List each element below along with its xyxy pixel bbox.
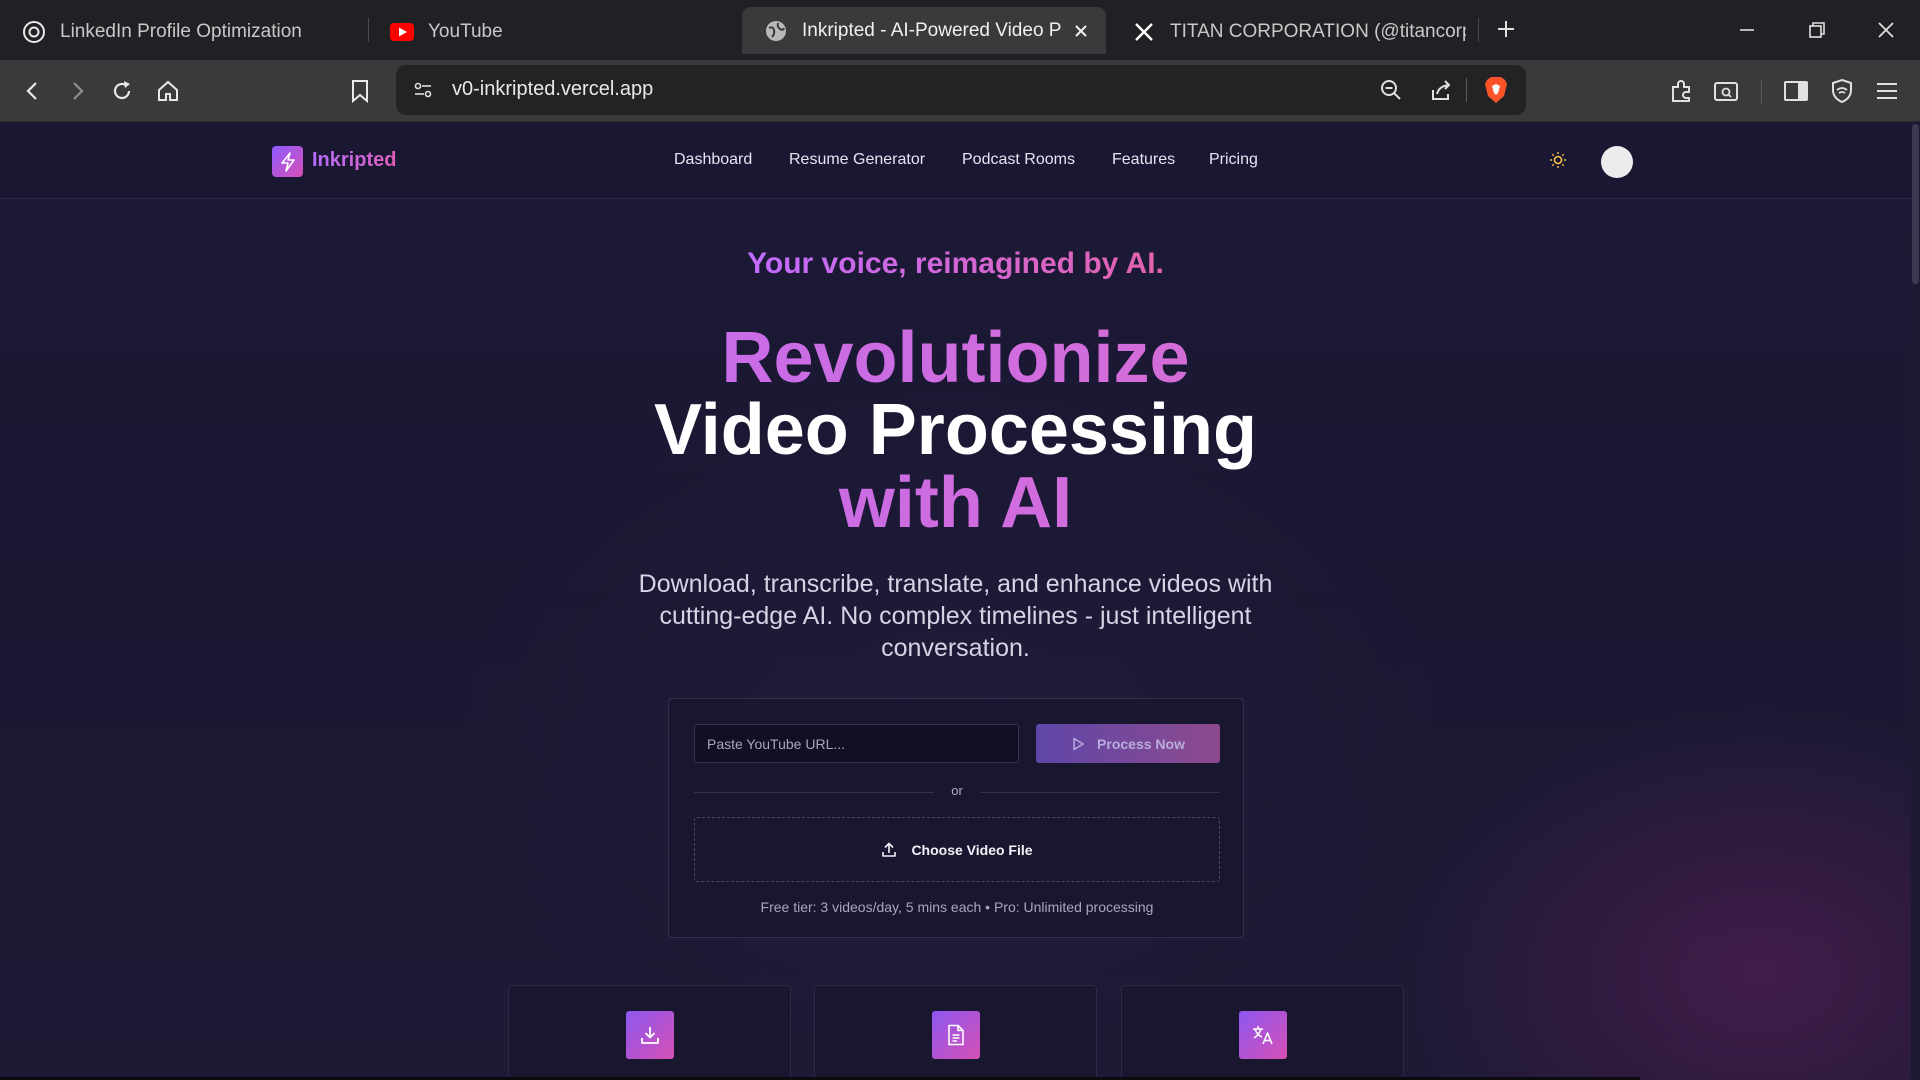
menu-icon[interactable] <box>1870 74 1904 108</box>
feature-card-translate[interactable] <box>1121 985 1404 1080</box>
or-label: or <box>951 783 963 798</box>
forward-icon[interactable] <box>60 74 94 108</box>
close-tab-icon[interactable] <box>1070 20 1092 42</box>
site-settings-icon[interactable] <box>408 75 438 105</box>
youtube-url-input[interactable] <box>694 724 1019 763</box>
address-bar[interactable]: v0-inkripted.vercel.app <box>396 65 1526 115</box>
nav-pricing[interactable]: Pricing <box>1209 151 1258 169</box>
tab-separator <box>1478 18 1479 42</box>
tab-strip: LinkedIn Profile Optimization YouTube In… <box>0 0 1920 60</box>
sidebar-icon[interactable] <box>1779 74 1813 108</box>
divider-line <box>980 792 1220 793</box>
hero-tagline: Your voice, reimagined by AI. <box>747 247 1164 280</box>
hero-title-line-3: with AI <box>0 467 1911 539</box>
openai-icon <box>22 20 46 44</box>
browser-window: LinkedIn Profile Optimization YouTube In… <box>0 0 1920 1080</box>
tab-title: Inkripted - AI-Powered Video Pro <box>802 19 1062 41</box>
feature-card-download[interactable] <box>508 985 791 1080</box>
extensions-icon[interactable] <box>1665 74 1699 108</box>
user-avatar[interactable] <box>1601 146 1633 178</box>
back-icon[interactable] <box>16 74 50 108</box>
divider <box>1761 80 1762 104</box>
nav-dashboard[interactable]: Dashboard <box>674 151 752 169</box>
page-viewport: Inkripted Dashboard Resume Generator Pod… <box>0 122 1920 1080</box>
process-now-button[interactable]: Process Now <box>1036 724 1220 763</box>
tab-titan-corporation[interactable]: TITAN CORPORATION (@titancorpng <box>1110 9 1480 54</box>
brave-shield-icon[interactable] <box>1481 75 1511 105</box>
globe-icon <box>764 19 788 43</box>
lightning-logo-icon[interactable] <box>272 146 303 177</box>
feature-card-transcribe[interactable] <box>814 985 1097 1080</box>
hero-title-line-1: Revolutionize <box>0 322 1911 394</box>
vpn-shield-icon[interactable] <box>1825 74 1859 108</box>
brand-name[interactable]: Inkripted <box>312 149 396 172</box>
page-scrollbar[interactable] <box>1911 122 1920 1080</box>
choose-video-file-button[interactable]: Choose Video File <box>694 817 1220 882</box>
nav-resume-generator[interactable]: Resume Generator <box>789 151 925 169</box>
hero-subtitle: Download, transcribe, translate, and enh… <box>638 570 1273 662</box>
play-icon <box>1071 737 1085 751</box>
youtube-icon <box>390 20 414 44</box>
nav-podcast-rooms[interactable]: Podcast Rooms <box>962 151 1075 169</box>
reload-icon[interactable] <box>105 74 139 108</box>
zoom-icon[interactable] <box>1376 75 1406 105</box>
wallet-icon[interactable] <box>1709 74 1743 108</box>
new-tab-icon[interactable] <box>1492 14 1520 44</box>
tab-linkedin-profile[interactable]: LinkedIn Profile Optimization <box>0 9 368 54</box>
divider <box>1466 78 1467 102</box>
document-icon <box>932 1011 980 1059</box>
tab-youtube[interactable]: YouTube <box>368 9 738 54</box>
upload-card: Process Now or Choose Video File Free ti… <box>668 698 1244 938</box>
free-tier-note: Free tier: 3 videos/day, 5 mins each • P… <box>760 899 1154 915</box>
close-window-icon[interactable] <box>1864 10 1908 50</box>
tab-title: TITAN CORPORATION (@titancorpng <box>1170 20 1466 42</box>
url-text: v0-inkripted.vercel.app <box>452 78 654 100</box>
theme-toggle-sun-icon[interactable] <box>1548 150 1568 170</box>
x-logo-icon <box>1132 20 1156 44</box>
download-icon <box>626 1011 674 1059</box>
browser-toolbar: v0-inkripted.vercel.app <box>0 60 1920 122</box>
home-icon[interactable] <box>151 74 185 108</box>
process-now-label: Process Now <box>1097 735 1185 752</box>
tab-title: LinkedIn Profile Optimization <box>60 20 302 42</box>
bookmark-icon[interactable] <box>343 74 377 108</box>
minimize-icon[interactable] <box>1725 10 1769 50</box>
translate-icon <box>1239 1011 1287 1059</box>
tab-title: YouTube <box>428 20 503 42</box>
tab-inkripted[interactable]: Inkripted - AI-Powered Video Pro <box>742 7 1106 54</box>
upload-icon <box>881 842 897 858</box>
restore-icon[interactable] <box>1795 10 1839 50</box>
site-navbar: Inkripted Dashboard Resume Generator Pod… <box>0 122 1911 199</box>
scrollbar-thumb[interactable] <box>1912 124 1919 284</box>
nav-features[interactable]: Features <box>1112 151 1175 169</box>
hero-title-line-2: Video Processing <box>654 390 1257 470</box>
choose-video-file-label: Choose Video File <box>911 841 1033 858</box>
share-icon[interactable] <box>1426 75 1456 105</box>
